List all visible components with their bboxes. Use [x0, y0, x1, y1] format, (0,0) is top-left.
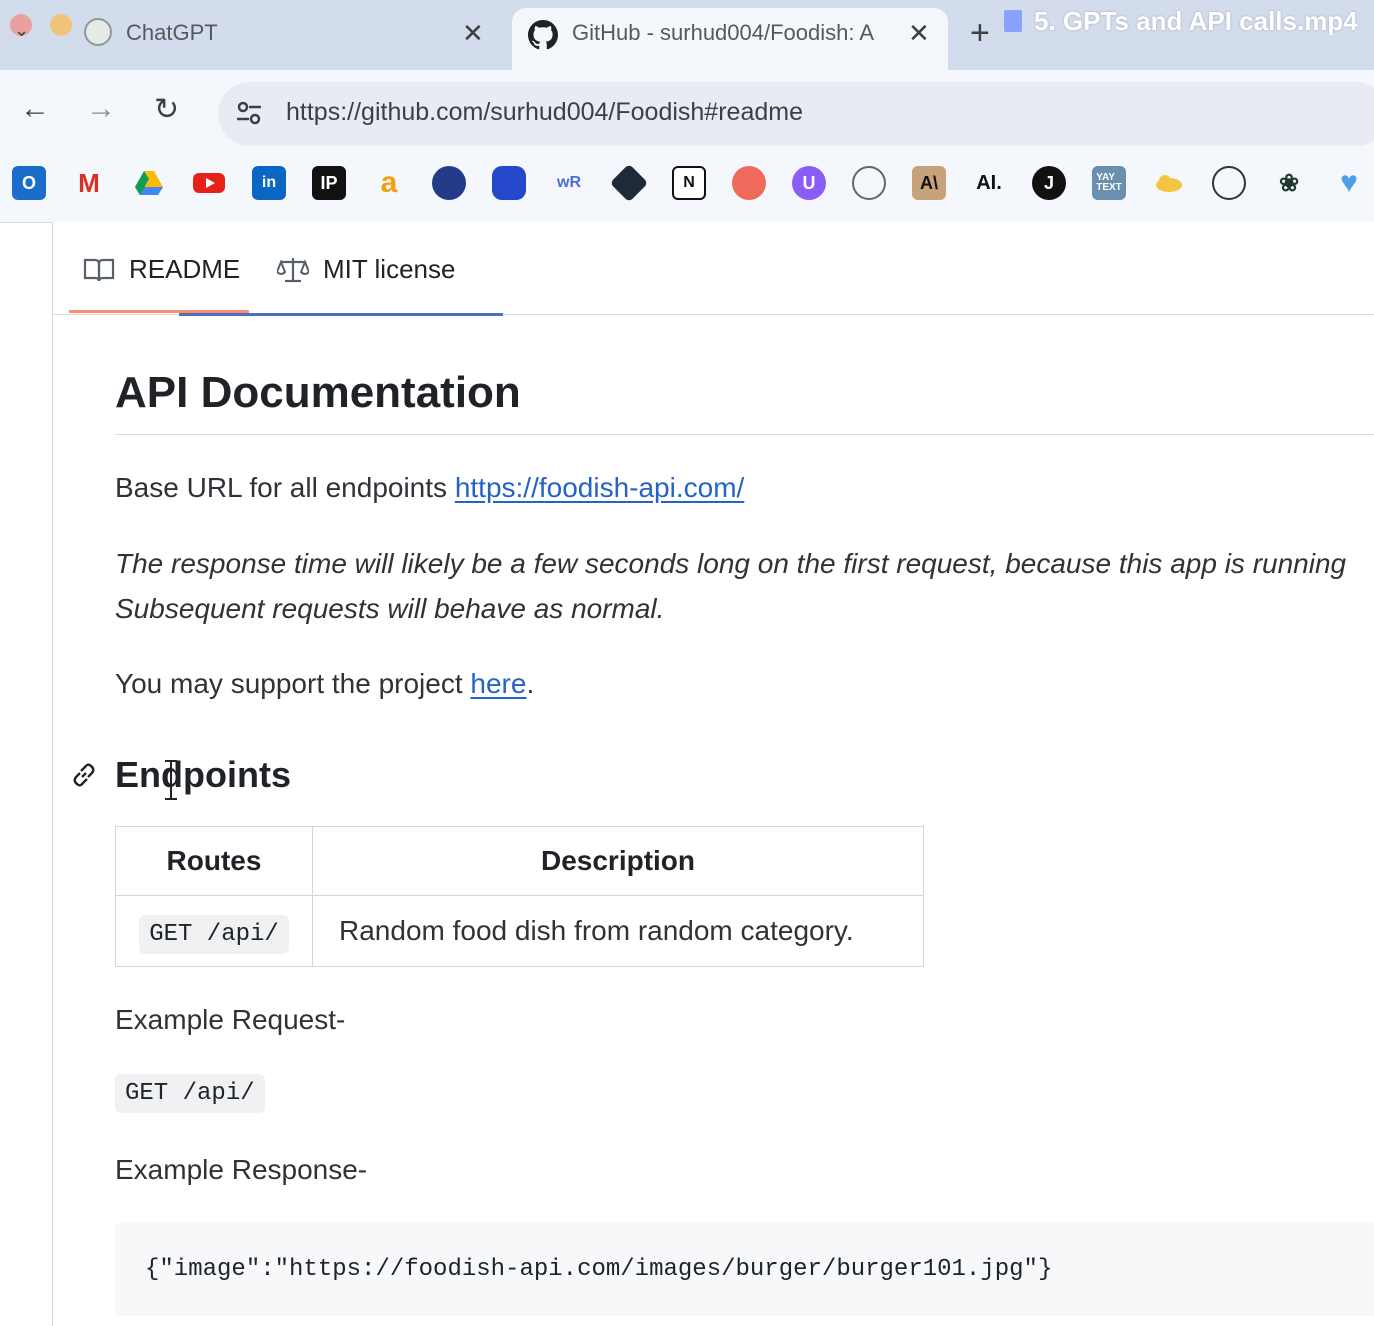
navigation-bar: ← → ↻ https://github.com/surhud004/Foodi…: [0, 70, 1374, 158]
tab-github[interactable]: GitHub - surhud004/Foodish: A ✕: [512, 8, 948, 70]
yay-text-bookmark-icon[interactable]: YAY TEXT: [1092, 166, 1126, 200]
example-request-code-wrap: GET /api/: [115, 1074, 265, 1113]
support-link[interactable]: here: [470, 668, 526, 699]
alien-bookmark-icon[interactable]: [432, 166, 466, 200]
gmail-bookmark-icon[interactable]: M: [72, 166, 106, 200]
example-request-label: Example Request-: [115, 1004, 346, 1035]
notion-bookmark-icon[interactable]: N: [672, 166, 706, 200]
url-text: https://github.com/surhud004/Foodish#rea…: [286, 98, 803, 126]
endpoints-table: Routes Description GET /api/ Random food…: [115, 826, 924, 967]
page-title: API Documentation: [115, 368, 521, 417]
book-icon: [83, 258, 115, 281]
notice-line-1: The response time will likely be a few s…: [115, 548, 1347, 579]
ip-bookmark-icon[interactable]: IP: [312, 166, 346, 200]
route-code: GET /api/: [139, 914, 289, 954]
title-divider: [115, 434, 1374, 435]
table-header-row: Routes Description: [115, 826, 924, 896]
tab-license[interactable]: MIT license: [277, 254, 455, 285]
new-tab-button[interactable]: +: [970, 14, 990, 53]
back-button[interactable]: ←: [20, 92, 50, 126]
wordtune-bookmark-icon[interactable]: wR: [552, 166, 586, 200]
tab-title: ChatGPT: [126, 20, 218, 45]
bot-bookmark-icon[interactable]: [492, 166, 526, 200]
j-bookmark-icon[interactable]: J: [1032, 166, 1066, 200]
example-response-codeblock: {"image":"https://foodish-api.com/images…: [115, 1222, 1374, 1316]
sprout-bookmark-icon[interactable]: ❀: [1272, 166, 1306, 200]
linkedin-bookmark-icon[interactable]: in: [252, 166, 286, 200]
google-drive-bookmark-icon[interactable]: [132, 166, 166, 200]
compass-bookmark-icon[interactable]: [1212, 166, 1246, 200]
scale-icon: [277, 257, 309, 282]
youtube-bookmark-icon[interactable]: [192, 166, 226, 200]
close-tab-icon[interactable]: ✕: [462, 18, 484, 49]
anthropic-bookmark-icon[interactable]: A\: [912, 166, 946, 200]
anchor-link-icon[interactable]: [69, 760, 99, 790]
notice-line-2: Subsequent requests will behave as norma…: [115, 593, 665, 624]
openai-bookmark-icon[interactable]: [852, 166, 886, 200]
tab-chatgpt[interactable]: ChatGPT ✕: [0, 0, 512, 70]
forward-button[interactable]: →: [86, 92, 116, 126]
tab-hover-indicator: [179, 313, 503, 316]
heart-bookmark-icon[interactable]: ♥: [1332, 166, 1366, 200]
table-row: GET /api/ Random food dish from random c…: [115, 895, 924, 967]
video-title-text: 5. GPTs and API calls.mp4: [1034, 6, 1358, 36]
tab-license-label: MIT license: [323, 254, 456, 284]
outlook-bookmark-icon[interactable]: O: [12, 166, 46, 200]
base-url-label: Base URL for all endpoints: [115, 472, 455, 503]
support-paragraph: You may support the project here.: [115, 668, 534, 700]
document-icon: [1004, 10, 1022, 32]
base-url-paragraph: Base URL for all endpoints https://foodi…: [115, 472, 744, 504]
column-header-routes: Routes: [115, 826, 313, 896]
cloud-bookmark-icon[interactable]: [1152, 166, 1186, 200]
amazon-bookmark-icon[interactable]: a: [372, 166, 406, 200]
u-bookmark-icon[interactable]: U: [792, 166, 826, 200]
description-cell: Random food dish from random category.: [312, 895, 924, 967]
github-icon: [528, 20, 558, 50]
tab-readme-label: README: [129, 254, 241, 284]
example-response-label: Example Response-: [115, 1154, 368, 1185]
close-tab-icon[interactable]: ✕: [908, 18, 930, 49]
example-request-code: GET /api/: [115, 1074, 265, 1113]
reload-button[interactable]: ↻: [154, 92, 179, 127]
support-prefix: You may support the project: [115, 668, 471, 699]
address-bar[interactable]: https://github.com/surhud004/Foodish#rea…: [218, 82, 1374, 146]
target-bookmark-icon[interactable]: [732, 166, 766, 200]
readme-tabs: README MIT license: [53, 222, 1374, 316]
tab-readme[interactable]: README: [83, 254, 240, 285]
text-cursor-icon: [165, 760, 177, 800]
endpoints-heading: Endpoints: [115, 754, 291, 795]
column-header-description: Description: [312, 826, 924, 896]
support-suffix: .: [526, 668, 535, 699]
ai-bookmark-icon[interactable]: AI.: [972, 166, 1006, 200]
site-settings-icon[interactable]: [234, 98, 264, 128]
tab-title: GitHub - surhud004/Foodish: A: [572, 20, 875, 45]
base-url-link[interactable]: https://foodish-api.com/: [455, 472, 744, 503]
example-response-code: {"image":"https://foodish-api.com/images…: [145, 1256, 1053, 1283]
readme-panel: README MIT license API Documentation Bas…: [52, 222, 1374, 1326]
tab-strip: ⌄ ChatGPT ✕ GitHub - surhud004/Foodish: …: [0, 0, 1374, 70]
route-cell: GET /api/: [115, 895, 313, 967]
video-overlay-title: 5. GPTs and API calls.mp4: [1004, 6, 1358, 37]
openai-icon: [84, 18, 112, 46]
